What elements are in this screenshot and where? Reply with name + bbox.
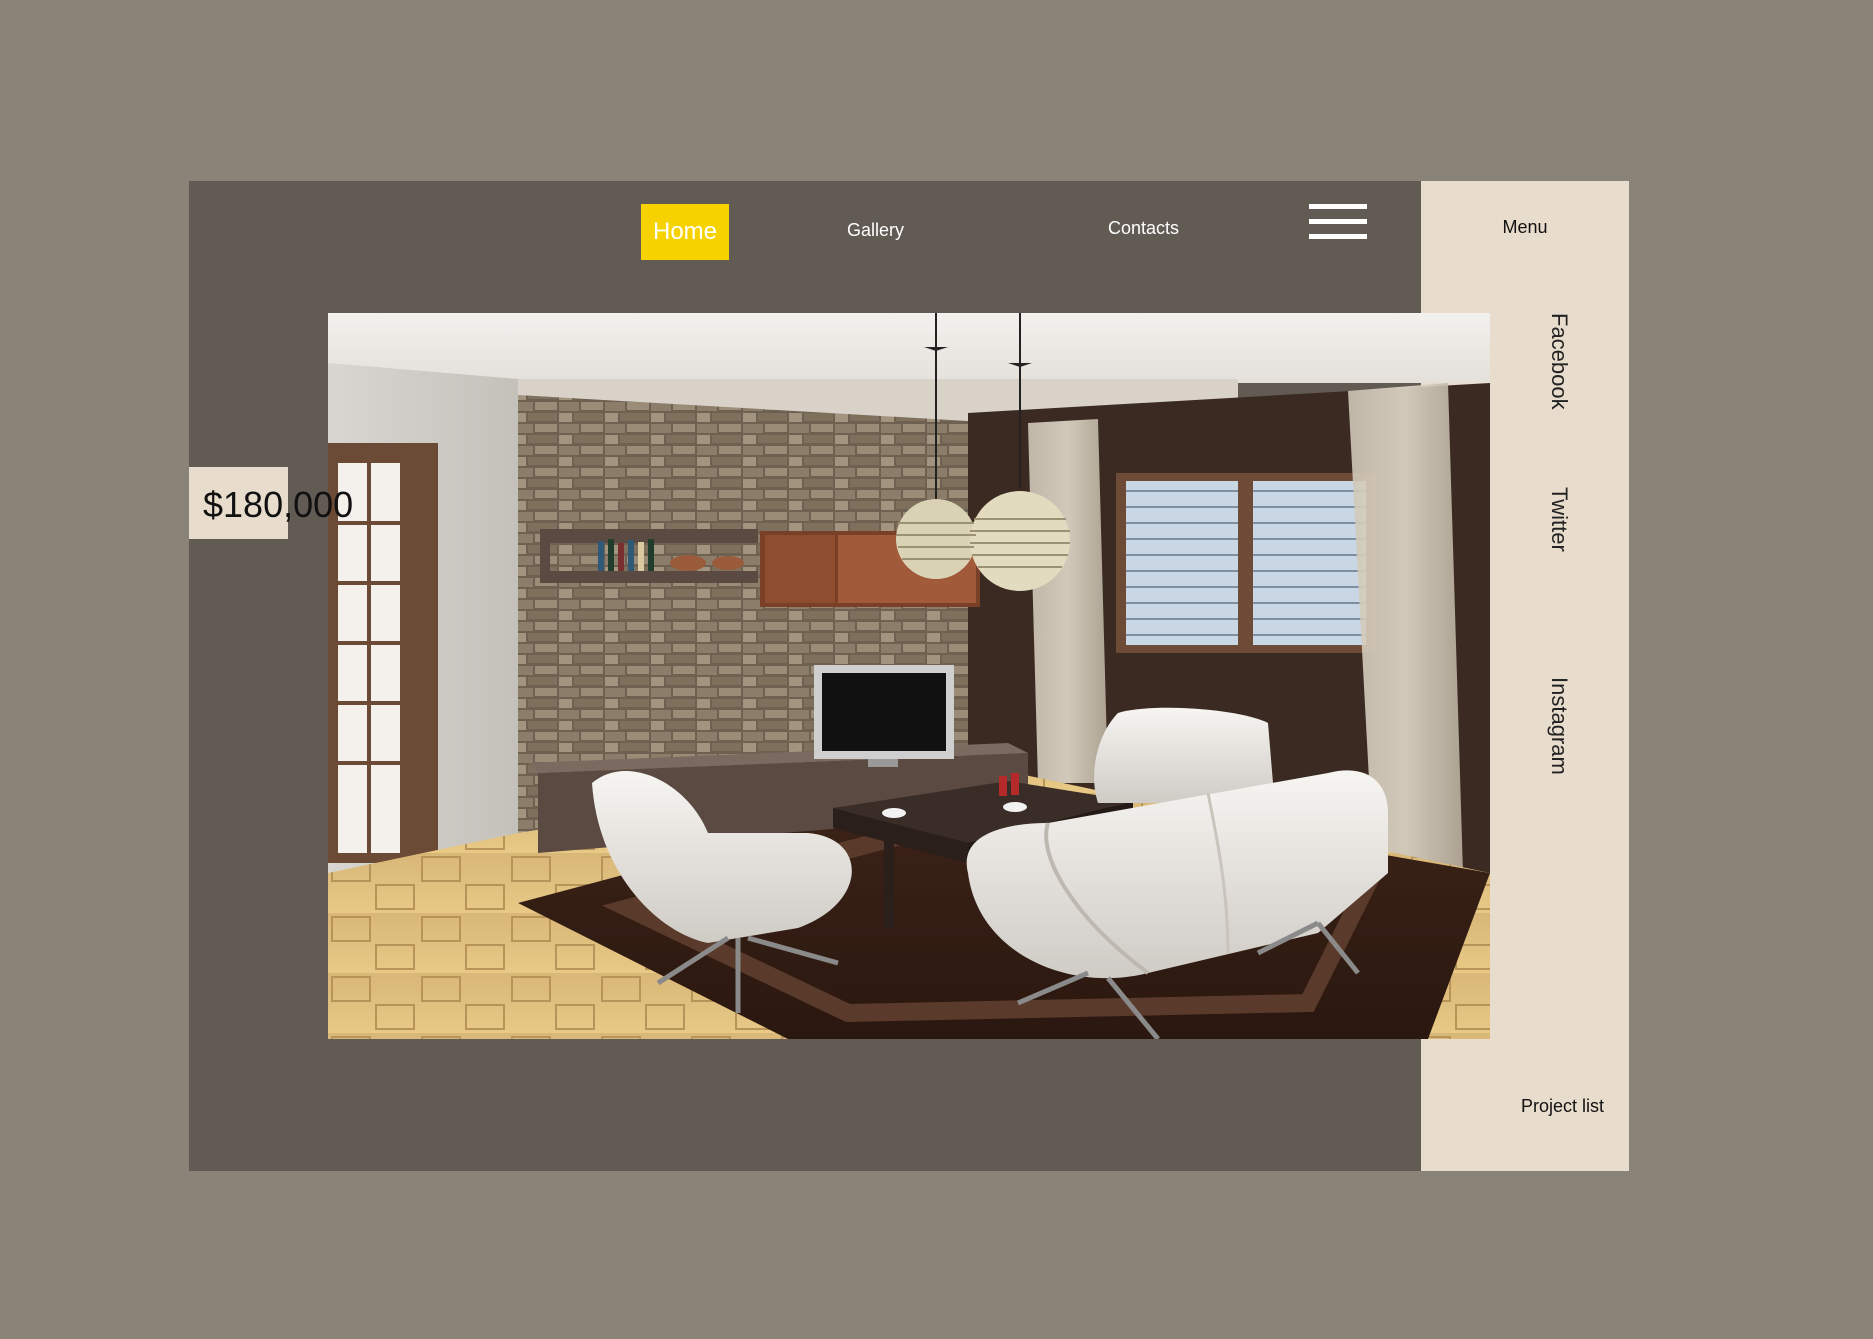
nav-contacts[interactable]: Contacts bbox=[1108, 218, 1179, 239]
twitter-link[interactable]: Twitter bbox=[1546, 487, 1572, 552]
instagram-link[interactable]: Instagram bbox=[1546, 677, 1572, 775]
facebook-link[interactable]: Facebook bbox=[1546, 313, 1572, 410]
nav-gallery[interactable]: Gallery bbox=[847, 220, 904, 241]
project-list-link[interactable]: Project list bbox=[1521, 1096, 1604, 1117]
property-card: Home Gallery Contacts Menu Facebook Twit… bbox=[189, 181, 1629, 1171]
menu-label-text: Menu bbox=[1502, 217, 1548, 237]
price-tag: $180,000 bbox=[203, 484, 354, 525]
living-room-photo bbox=[328, 313, 1490, 1039]
nav-home[interactable]: Home bbox=[641, 204, 729, 260]
hamburger-icon[interactable] bbox=[1309, 204, 1367, 244]
